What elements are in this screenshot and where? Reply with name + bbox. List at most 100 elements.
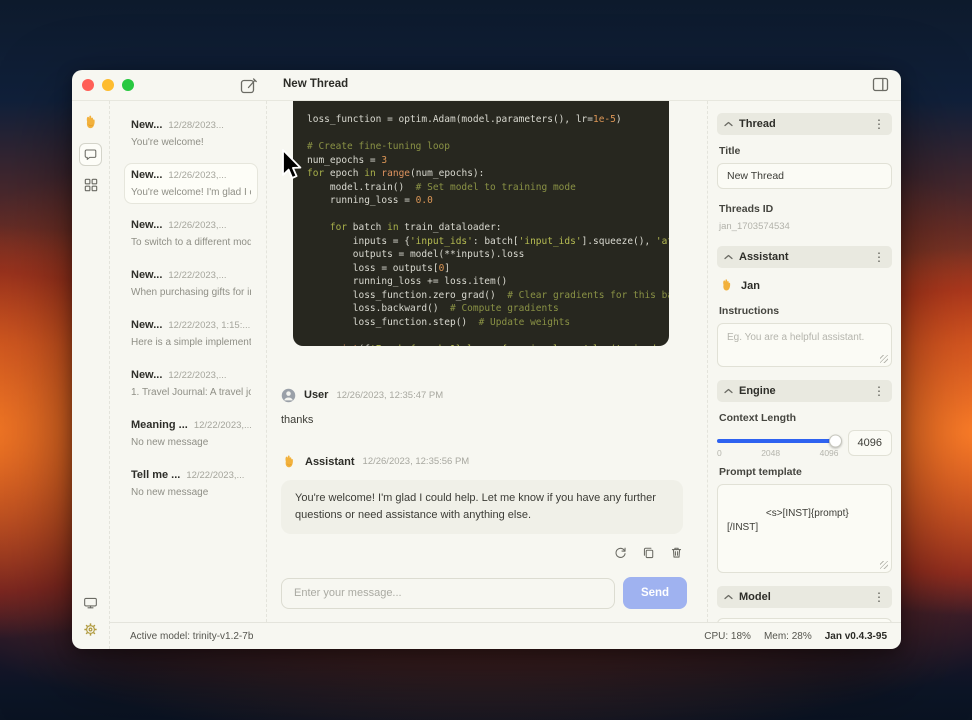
code-block: loss_function = optim.Adam(model.paramet… [293,101,669,346]
minimize-window-button[interactable] [102,79,114,91]
thread-item-date: 12/22/2023,... [193,420,251,431]
thread-item-title: Tell me ... [131,469,181,481]
thread-item-preview: No new message [131,437,209,448]
resize-grip-icon[interactable] [880,560,888,569]
delete-trash-icon[interactable] [670,546,683,559]
wave-icon [723,279,731,291]
mem-usage: Mem: 28% [763,630,812,642]
section-title: Thread [739,118,776,130]
thread-title-input[interactable] [717,163,892,189]
code-content: loss_function = optim.Adam(model.paramet… [307,114,669,346]
rail-system-monitor-button[interactable] [83,596,98,610]
app-version: Jan v0.4.3-95 [824,630,887,642]
thread-list-item[interactable]: New... 12/22/2023,... When purchasing gif… [124,263,258,304]
thread-item-date: 12/22/2023,... [168,270,227,281]
slider-handle[interactable] [828,434,842,448]
section-title: Assistant [739,251,789,263]
title-field-label: Title [719,145,741,157]
context-length-slider[interactable]: 0 2048 4096 [717,430,842,458]
message-author: User [304,389,329,402]
thread-item-date: 12/26/2023,... [168,170,227,181]
thread-list-item-selected[interactable]: New... 12/26/2023,... You're welcome! I'm… [124,163,258,204]
assistant-message-bubble: You're welcome! I'm glad I could help. L… [281,479,683,534]
assistant-name-row: Jan [719,278,890,293]
thread-list-item[interactable]: Meaning ... 12/22/2023,... No new message [124,413,258,454]
engine-section-header[interactable]: Engine ⋮ [717,380,892,402]
thread-list-sidebar: New... 12/28/2023... You're welcome! New.… [110,101,267,622]
thread-section-header[interactable]: Thread ⋮ [717,113,892,135]
zoom-window-button[interactable] [122,79,134,91]
assistant-section-header[interactable]: Assistant ⋮ [717,246,892,268]
prompt-template-value: <s>[INST]{prompt} [/INST] [727,507,849,534]
copy-icon[interactable] [642,546,655,559]
thread-item-preview: No new message [131,487,209,498]
rail-settings-gear-button[interactable] [83,622,98,637]
prompt-template-label: Prompt template [719,466,802,478]
assistant-avatar-wave-icon [285,455,293,468]
user-message: User 12/26/2023, 12:35:47 PM thanks [281,388,683,426]
regenerate-icon[interactable] [614,546,627,559]
rail-hub-grid-button[interactable] [84,178,98,192]
thread-item-title: Meaning ... [131,419,188,431]
thread-list-item[interactable]: Tell me ... 12/22/2023,... No new message [124,463,258,504]
send-button[interactable]: Send [623,577,687,609]
thread-item-date: 12/26/2023,... [168,220,227,231]
thread-list-item[interactable]: New... 12/22/2023, 1:15:... Here is a sim… [124,313,258,354]
chevron-up-icon [724,121,733,127]
thread-item-date: 12/22/2023,... [186,470,245,481]
active-model-status: Active model: trinity-v1.2-7b [130,630,254,642]
window-body: New... 12/28/2023... You're welcome! New.… [72,101,901,649]
section-title: Engine [739,385,776,397]
thread-item-title: New... [131,219,163,231]
thread-menu-kebab-icon[interactable]: ⋮ [873,118,885,130]
message-timestamp: 12/26/2023, 12:35:56 PM [362,456,470,468]
assistant-name: Jan [741,279,760,292]
resize-grip-icon[interactable] [880,355,888,363]
thread-item-preview: To switch to a different model,... [131,237,251,248]
slider-tick: 2048 [761,448,781,458]
main-column: New... 12/28/2023... You're welcome! New.… [110,101,901,649]
thread-item-date: 12/28/2023... [168,120,224,131]
slider-tick: 4096 [819,448,839,458]
instructions-label: Instructions [719,305,780,317]
thread-list-item[interactable]: New... 12/26/2023,... To switch to a diff… [124,213,258,254]
close-window-button[interactable] [82,79,94,91]
rail-chat-threads-button[interactable] [79,143,102,166]
slider-tick: 0 [717,448,722,458]
model-menu-kebab-icon[interactable]: ⋮ [873,591,885,603]
thread-item-preview: You're welcome! I'm glad I cou... [131,187,251,198]
message-actions [267,546,683,559]
thread-item-date: 12/22/2023,... [168,370,227,381]
thread-list-item[interactable]: New... 12/22/2023,... 1. Travel Journal: … [124,363,258,404]
right-settings-panel: Thread ⋮ Title Threads ID jan_1703574534… [707,101,901,622]
user-avatar [281,388,296,403]
thread-item-preview: You're welcome! [131,137,204,148]
chevron-up-icon [724,254,733,260]
message-author: Assistant [305,455,355,468]
window-title: New Thread [283,78,349,90]
message-timestamp: 12/26/2023, 12:35:47 PM [336,389,444,401]
desktop-background: New Thread New... 12/28/2023... You're w… [0,0,972,720]
right-panel-toggle-icon[interactable] [871,77,889,95]
thread-item-preview: 1. Travel Journal: A travel journ... [131,387,251,398]
traffic-lights [72,79,134,91]
engine-menu-kebab-icon[interactable]: ⋮ [873,385,885,397]
instructions-textarea[interactable]: Eg. You are a helpful assistant. [717,323,892,367]
thread-list-item[interactable]: New... 12/28/2023... You're welcome! [124,113,258,154]
thread-item-date: 12/22/2023, 1:15:... [168,320,251,331]
context-length-label: Context Length [719,412,796,424]
thread-item-title: New... [131,319,163,331]
thread-item-title: New... [131,369,163,381]
model-section-header[interactable]: Model ⋮ [717,585,892,608]
prompt-template-textarea[interactable]: <s>[INST]{prompt} [/INST] [717,484,892,573]
assistant-menu-kebab-icon[interactable]: ⋮ [873,251,885,263]
message-input[interactable] [281,577,615,609]
section-title: Model [739,590,771,603]
context-length-value[interactable]: 4096 [847,430,892,456]
thread-item-preview: When purchasing gifts for in-... [131,287,251,298]
new-thread-compose-icon[interactable] [238,76,258,96]
thread-item-title: New... [131,269,163,281]
user-message-text: thanks [281,413,314,426]
jan-app-window: New Thread New... 12/28/2023... You're w… [72,70,901,649]
statusbar: Active model: trinity-v1.2-7b CPU: 18% M… [110,622,901,649]
